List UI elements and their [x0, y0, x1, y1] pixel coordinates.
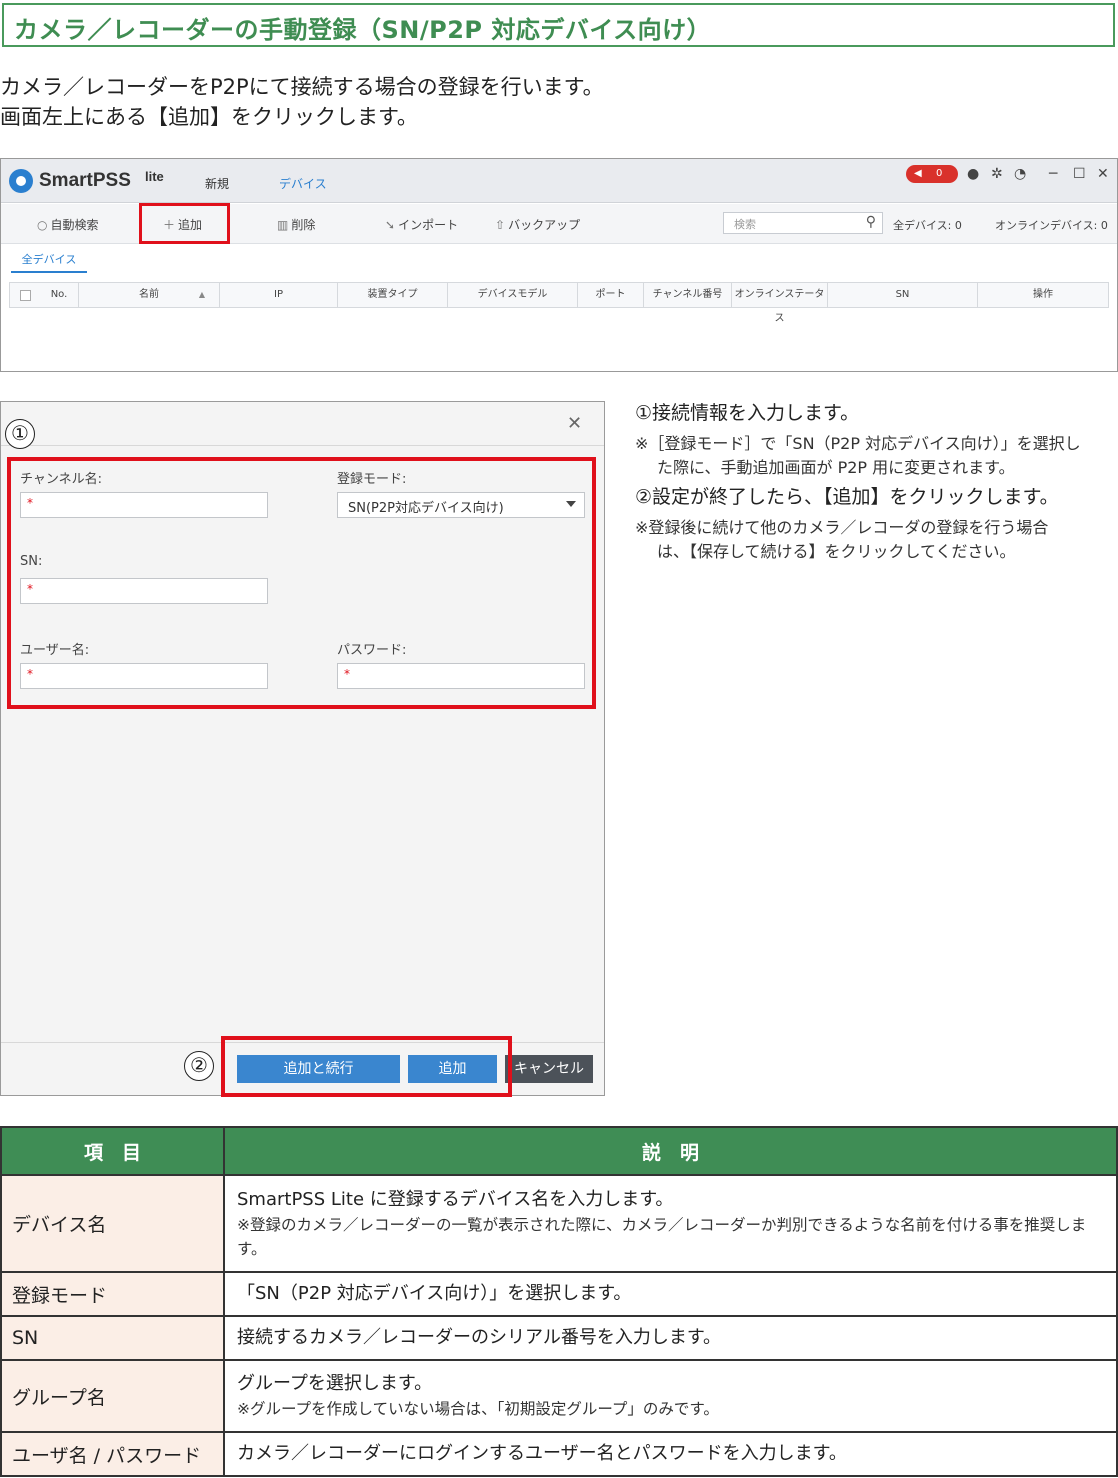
search-icon: ○	[37, 218, 48, 232]
column-operation[interactable]: 操作	[978, 283, 1108, 307]
intro-line-2: 画面左上にある【追加】をクリックします。	[0, 105, 418, 129]
row-item-sn: SN	[0, 1315, 225, 1361]
note-step-1-sub-2: た際に、手動追加画面が P2P 用に変更されます。	[657, 458, 1015, 477]
column-ip[interactable]: IP	[220, 283, 338, 307]
online-devices-label: オンラインデバイス:	[995, 219, 1098, 232]
online-devices-count: オンラインデバイス: 0	[995, 217, 1108, 233]
column-device-type[interactable]: 装置タイプ	[338, 283, 448, 307]
row-item-device-name: デバイス名	[0, 1174, 225, 1273]
sort-asc-icon: ▲	[198, 290, 205, 299]
smartpss-logo-icon	[9, 169, 33, 193]
user-icon[interactable]: ●	[967, 165, 979, 183]
device-table-header: No. 名前 ▲ IP 装置タイプ デバイスモデル ポート チャンネル番号 オン…	[9, 282, 1109, 324]
column-name[interactable]: 名前 ▲	[78, 283, 220, 307]
row-desc-register-mode: 「SN（P2P 対応デバイス向け）」を選択します。	[223, 1271, 1118, 1317]
tab-all-devices[interactable]: 全デバイス	[11, 247, 87, 273]
dialog-header: ✕	[1, 402, 604, 446]
row-item-user-password: ユーザ名 / パスワード	[0, 1431, 225, 1477]
import-icon: ➘	[385, 218, 396, 232]
table-row: ユーザ名 / パスワード カメラ／レコーダーにログインするユーザー名とパスワード…	[0, 1431, 1118, 1477]
select-all-checkbox[interactable]	[20, 290, 31, 301]
app-name-suffix: lite	[145, 169, 164, 184]
step-marker-1: ①	[5, 419, 35, 449]
row-desc-device-name: SmartPSS Lite に登録するデバイス名を入力します。 ※登録のカメラ／…	[223, 1174, 1118, 1273]
magnifier-icon[interactable]: ⚲	[866, 214, 876, 230]
all-devices-value: 0	[954, 219, 962, 232]
table-row: 登録モード 「SN（P2P 対応デバイス向け）」を選択します。	[0, 1271, 1118, 1317]
gear-icon[interactable]: ✲	[991, 165, 1003, 183]
device-search-input[interactable]: 検索 ⚲	[723, 212, 883, 234]
row-item-register-mode: 登録モード	[0, 1271, 225, 1317]
description-table: 項 目 説 明 デバイス名 SmartPSS Lite に登録するデバイス名を入…	[0, 1126, 1118, 1477]
intro-line-1: カメラ／レコーダーをP2Pにて接続する場合の登録を行います。	[0, 75, 604, 99]
column-device-model[interactable]: デバイスモデル	[448, 283, 578, 307]
cancel-button[interactable]: キャンセル	[505, 1055, 593, 1083]
column-online-status[interactable]: オンラインステータス	[732, 283, 828, 324]
delete-button[interactable]: ▥ 削除	[277, 216, 315, 233]
row-desc-text: グループを選択します。	[237, 1373, 433, 1394]
alarm-badge[interactable]: ◀ 0	[906, 165, 958, 183]
all-devices-label: 全デバイス:	[893, 219, 952, 232]
smartpss-window: SmartPSS lite 新規 デバイス ◀ 0 ● ✲ ◔ ─ ☐ ✕ ○ 自…	[0, 158, 1118, 372]
close-window-icon[interactable]: ✕	[1097, 165, 1109, 183]
add-button-highlight	[139, 203, 230, 244]
note-step-2-sub-2: は、【保存して続ける】をクリックしてください。	[657, 542, 1016, 561]
column-channel-number[interactable]: チャンネル番号	[644, 283, 732, 307]
column-no[interactable]: No.	[40, 283, 78, 307]
note-step-1-sub-1: ※［登録モード］で「SN（P2P 対応デバイス向け）」を選択し	[635, 434, 1081, 453]
row-desc-note: ※登録のカメラ／レコーダーの一覧が表示された際に、カメラ／レコーダーか判別できる…	[237, 1215, 1087, 1258]
header-description: 説 明	[223, 1126, 1118, 1176]
table-row: SN 接続するカメラ／レコーダーのシリアル番号を入力します。	[0, 1315, 1118, 1361]
row-desc-group-name: グループを選択します。 ※グループを作成していない場合は、「初期設定グループ」の…	[223, 1359, 1118, 1433]
row-item-group-name: グループ名	[0, 1359, 225, 1433]
row-desc-user-password: カメラ／レコーダーにログインするユーザー名とパスワードを入力します。	[223, 1431, 1118, 1477]
column-name-label: 名前	[139, 289, 159, 300]
row-desc-text: SmartPSS Lite に登録するデバイス名を入力します。	[237, 1188, 674, 1210]
buttons-highlight	[221, 1036, 512, 1097]
column-sn[interactable]: SN	[828, 283, 978, 307]
table-header-row: 項 目 説 明	[0, 1126, 1118, 1176]
backup-label: バックアップ	[508, 218, 581, 232]
intro-text: カメラ／レコーダーをP2Pにて接続する場合の登録を行います。 画面左上にある【追…	[0, 72, 604, 132]
table-row: グループ名 グループを選択します。 ※グループを作成していない場合は、「初期設定…	[0, 1359, 1118, 1433]
speaker-icon: ◀	[914, 168, 922, 179]
row-desc-sn: 接続するカメラ／レコーダーのシリアル番号を入力します。	[223, 1315, 1118, 1361]
page-title-text: カメラ／レコーダーの手動登録（SN/P2P 対応デバイス向け）	[14, 16, 712, 44]
tab-device[interactable]: デバイス	[279, 175, 327, 192]
delete-label: 削除	[291, 218, 316, 232]
note-step-2-sub-1: ※登録後に続けて他のカメラ／レコーダの登録を行う場合	[635, 518, 1049, 537]
alarm-count: 0	[936, 168, 943, 179]
maximize-icon[interactable]: ☐	[1073, 165, 1086, 183]
header-item: 項 目	[0, 1126, 225, 1176]
app-name: SmartPSS	[39, 170, 131, 191]
column-port[interactable]: ポート	[578, 283, 644, 307]
import-label: インポート	[398, 218, 459, 232]
auto-search-label: 自動検索	[50, 218, 99, 232]
close-icon[interactable]: ✕	[567, 413, 582, 434]
app-titlebar: SmartPSS lite 新規 デバイス ◀ 0 ● ✲ ◔ ─ ☐ ✕	[1, 159, 1117, 203]
auto-search-button[interactable]: ○ 自動検索	[37, 216, 99, 233]
all-devices-count: 全デバイス: 0	[893, 217, 962, 233]
online-devices-value: 0	[1100, 219, 1108, 232]
backup-icon: ⇧	[495, 218, 506, 232]
note-step-1: ①接続情報を入力します。	[635, 402, 860, 424]
minimize-icon[interactable]: ─	[1049, 165, 1057, 183]
gauge-icon[interactable]: ◔	[1014, 165, 1026, 183]
import-button[interactable]: ➘ インポート	[385, 216, 458, 233]
search-placeholder: 検索	[734, 218, 756, 231]
note-step-2: ②設定が終了したら、【追加】をクリックします。	[635, 486, 1059, 508]
backup-button[interactable]: ⇧ バックアップ	[495, 216, 580, 233]
row-desc-note: ※グループを作成していない場合は、「初期設定グループ」のみです。	[237, 1400, 719, 1418]
step-marker-2: ②	[184, 1051, 214, 1081]
form-highlight	[7, 457, 596, 709]
tab-new[interactable]: 新規	[205, 175, 229, 192]
page-title: カメラ／レコーダーの手動登録（SN/P2P 対応デバイス向け）	[2, 3, 1115, 47]
trash-icon: ▥	[277, 218, 289, 232]
table-row: デバイス名 SmartPSS Lite に登録するデバイス名を入力します。 ※登…	[0, 1174, 1118, 1273]
